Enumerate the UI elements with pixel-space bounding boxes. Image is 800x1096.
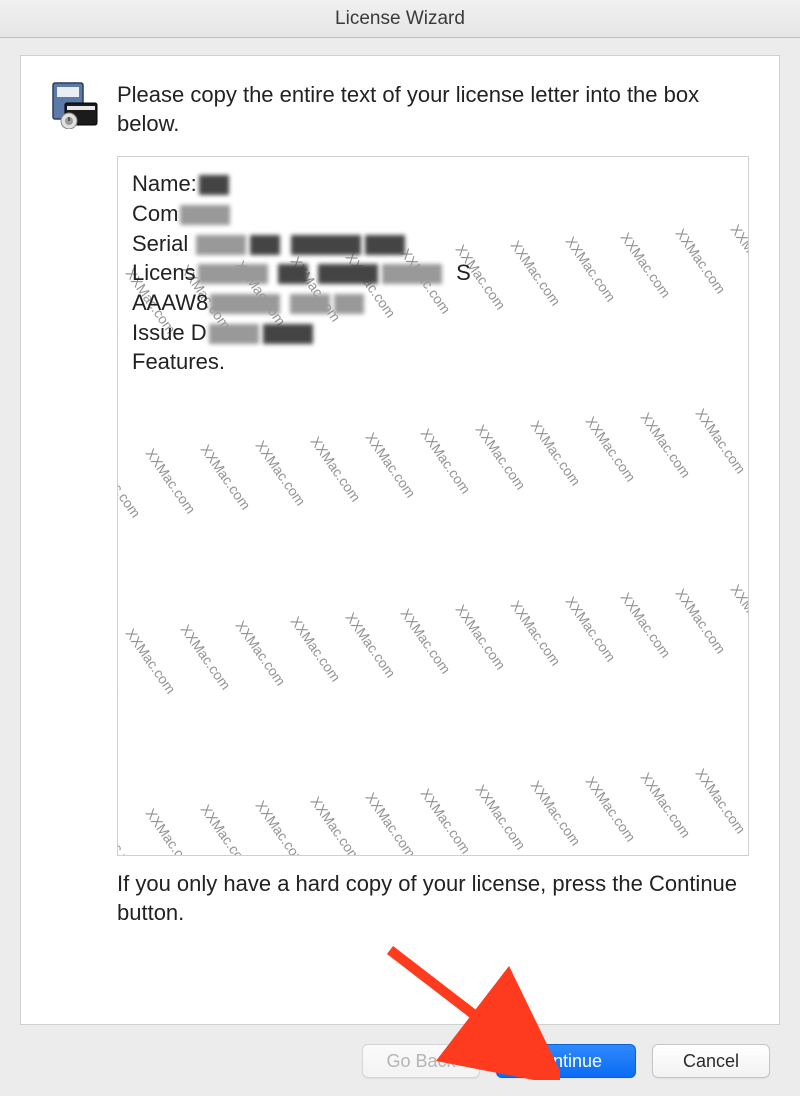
watermark-text: XXMac.com (583, 414, 639, 485)
watermark-text: XXMac.com (638, 770, 694, 841)
watermark-text: XXMac.com (363, 430, 419, 501)
redacted-block (318, 264, 378, 284)
redacted-block (198, 264, 268, 284)
watermark-text: XXMac.com (563, 594, 619, 665)
watermark-text: XXMac.com (418, 426, 474, 497)
watermark-text: XXMac.com (198, 802, 254, 856)
watermark-text: XXMac.com (123, 626, 179, 697)
watermark-text: XXMac.com (308, 794, 364, 856)
watermark-text: XXMac.com (178, 622, 234, 693)
continue-button[interactable]: Continue (496, 1044, 636, 1078)
instruction-text: Please copy the entire text of your lice… (117, 81, 749, 138)
watermark-text: XXMac.com (748, 402, 749, 473)
watermark-text: XXMac.com (638, 410, 694, 481)
watermark-text: XXMac.com (748, 762, 749, 833)
license-text-content: Name: Com Serial Licens S AAAW8 Issue D … (132, 169, 734, 377)
bottom-instruction: If you only have a hard copy of your lic… (117, 870, 749, 927)
redacted-block (196, 235, 246, 255)
redacted-block (334, 294, 364, 314)
redacted-block (250, 235, 280, 255)
watermark-text: XXMac.com (343, 610, 399, 681)
watermark-text: XXMac.com (528, 418, 584, 489)
watermark-text: XXMac.com (728, 582, 749, 653)
watermark-text: XXMac.com (253, 438, 309, 509)
redacted-block (291, 235, 361, 255)
cancel-button[interactable]: Cancel (652, 1044, 770, 1078)
redacted-block (209, 324, 259, 344)
watermark-text: XXMac.com (117, 810, 144, 856)
watermark-text: XXMac.com (473, 422, 529, 493)
watermark-text: XXMac.com (693, 766, 749, 837)
watermark-text: XXMac.com (117, 630, 124, 701)
redacted-block (382, 264, 442, 284)
watermark-text: XXMac.com (143, 446, 199, 517)
button-row: Go Back Continue Cancel (362, 1044, 770, 1078)
watermark-text: XXMac.com (363, 790, 419, 856)
redacted-block (290, 294, 330, 314)
watermark-text: XXMac.com (453, 602, 509, 673)
watermark-text: XXMac.com (117, 270, 124, 341)
redacted-block (210, 294, 280, 314)
watermark-text: XXMac.com (528, 778, 584, 849)
header-row: Please copy the entire text of your lice… (51, 81, 749, 138)
dialog-content: Please copy the entire text of your lice… (20, 55, 780, 1025)
redacted-block (263, 324, 313, 344)
watermark-text: XXMac.com (473, 782, 529, 853)
watermark-text: XXMac.com (253, 798, 309, 856)
watermark-text: XXMac.com (198, 442, 254, 513)
watermark-text: XXMac.com (508, 598, 564, 669)
watermark-text: XXMac.com (618, 590, 674, 661)
watermark-text: XXMac.com (233, 618, 289, 689)
window-title: License Wizard (335, 8, 465, 30)
window-titlebar: License Wizard (0, 0, 800, 38)
redacted-block (180, 205, 230, 225)
watermark-text: XXMac.com (308, 434, 364, 505)
watermark-text: XXMac.com (288, 614, 344, 685)
watermark-text: XXMac.com (673, 586, 729, 657)
redacted-block (199, 175, 229, 195)
redacted-block (278, 264, 308, 284)
redacted-block (365, 235, 405, 255)
watermark-text: XXMac.com (418, 786, 474, 856)
watermark-text: XXMac.com (398, 606, 454, 677)
watermark-text: XXMac.com (583, 774, 639, 845)
watermark-text: XXMac.com (693, 406, 749, 477)
watermark-text: XXMac.com (143, 806, 199, 856)
go-back-button[interactable]: Go Back (362, 1044, 480, 1078)
app-icon (51, 81, 99, 129)
license-text-input[interactable]: Name: Com Serial Licens S AAAW8 Issue D … (117, 156, 749, 856)
watermark-text: XXMac.com (117, 450, 144, 521)
